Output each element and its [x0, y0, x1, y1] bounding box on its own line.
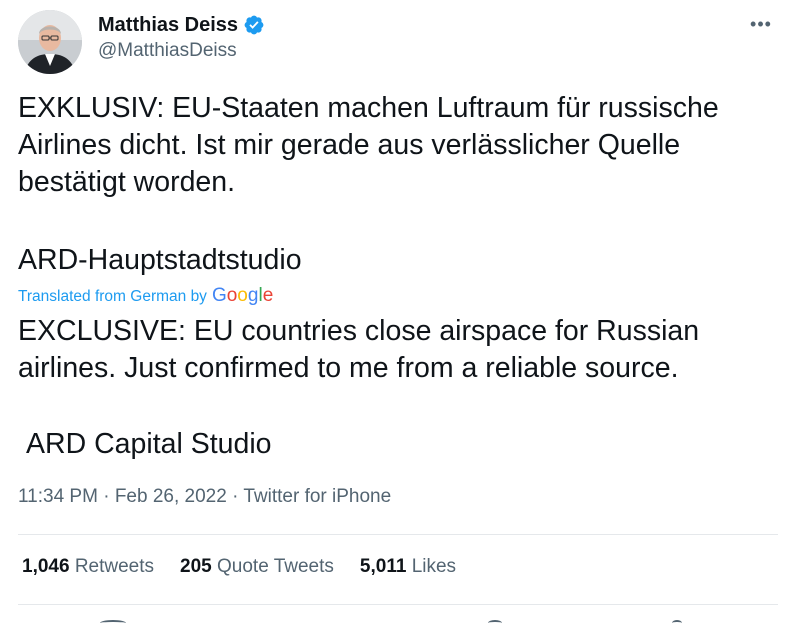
tweet-translated-source: ARD Capital Studio	[26, 428, 272, 460]
google-logo: Google	[211, 285, 274, 306]
more-options-icon[interactable]: •••	[746, 12, 776, 36]
avatar-image	[18, 10, 82, 74]
translation-attribution[interactable]: Translated from German by Google	[18, 285, 273, 307]
tweet-original-source: ARD-Hauptstadtstudio	[18, 244, 302, 276]
retweets-count: 1,046	[22, 556, 70, 577]
tweet-date[interactable]: Feb 26, 2022	[115, 486, 227, 507]
like-icon[interactable]	[488, 620, 502, 626]
likes-stat[interactable]: 5,011 Likes	[360, 556, 456, 578]
translated-label: Translated from German by	[18, 288, 207, 305]
engagement-stats: 1,046 Retweets 205 Quote Tweets 5,011 Li…	[22, 556, 482, 578]
quote-tweets-stat[interactable]: 205 Quote Tweets	[180, 556, 334, 578]
quote-tweets-label: Quote Tweets	[217, 556, 334, 577]
divider-top	[18, 534, 778, 535]
action-bar-partial	[0, 616, 796, 626]
likes-label: Likes	[411, 556, 457, 577]
likes-count: 5,011	[359, 556, 407, 577]
share-icon[interactable]	[672, 620, 682, 626]
name-row: Matthias Deiss	[98, 12, 265, 38]
tweet-client[interactable]: Twitter for iPhone	[243, 486, 391, 507]
verified-badge-icon	[243, 14, 265, 36]
retweets-label: Retweets	[74, 556, 155, 577]
divider-bottom	[18, 604, 778, 605]
display-name[interactable]: Matthias Deiss	[98, 14, 238, 37]
tweet-meta: 11:34 PM · Feb 26, 2022 · Twitter for iP…	[18, 486, 391, 508]
tweet-time[interactable]: 11:34 PM	[18, 486, 98, 507]
meta-separator-2: ·	[232, 486, 239, 507]
tweet-original-text: EXKLUSIV: EU-Staaten machen Luftraum für…	[18, 92, 719, 198]
avatar[interactable]	[18, 10, 82, 74]
reply-icon[interactable]	[100, 620, 126, 626]
author-block: Matthias Deiss @MatthiasDeiss	[98, 12, 265, 62]
tweet-translated-text: EXCLUSIVE: EU countries close airspace f…	[18, 315, 700, 384]
retweets-stat[interactable]: 1,046 Retweets	[22, 556, 154, 578]
tweet-card: Matthias Deiss @MatthiasDeiss ••• EXKLUS…	[0, 0, 796, 626]
meta-separator: ·	[103, 486, 110, 507]
handle[interactable]: @MatthiasDeiss	[98, 40, 265, 62]
quote-tweets-count: 205	[180, 556, 212, 577]
